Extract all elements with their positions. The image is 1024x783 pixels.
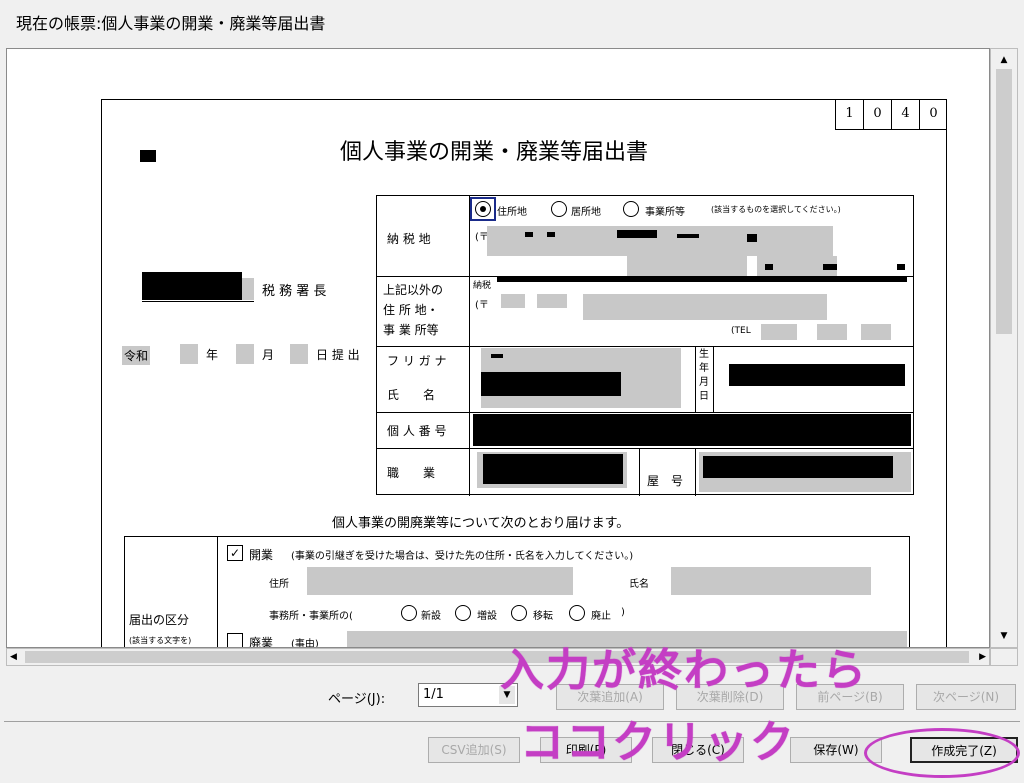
scroll-right-icon[interactable]: ▶: [979, 649, 986, 665]
address-label: 住所: [269, 579, 289, 590]
next-page-button[interactable]: 次ページ(N): [916, 684, 1016, 710]
office-close-paren: ): [621, 607, 625, 618]
radio-label: 増設: [477, 611, 497, 622]
radio-office-add[interactable]: [455, 605, 471, 621]
code-digit: 0: [929, 106, 938, 121]
kaigyo-checkbox[interactable]: ✓: [227, 545, 243, 561]
radio-label: 事業所等: [645, 207, 685, 218]
code-digit: 1: [836, 100, 864, 129]
year-field[interactable]: [180, 344, 198, 364]
month-label: 月: [262, 348, 275, 362]
yago-label: 屋 号: [647, 474, 684, 488]
kubun-sub: (該当する文字を): [129, 636, 192, 645]
radio-office-move[interactable]: [511, 605, 527, 621]
office-label: 事務所・事業所の(: [269, 611, 353, 622]
other-address-field[interactable]: [583, 294, 827, 320]
redacted-block: [142, 272, 242, 300]
form-sheet: 1 0 4 0 個人事業の開業・廃業等届出書 税 務 署 長 令和 年 月 日 …: [101, 99, 947, 648]
scroll-corner: [990, 648, 1018, 666]
annotation-circle: [864, 728, 1020, 778]
page-label: ページ(J):: [328, 692, 386, 707]
form-code: 1 0 4 0: [835, 100, 947, 130]
radio-label: 住所地: [497, 207, 527, 218]
code-digit: 4: [892, 100, 920, 129]
tel-field-3[interactable]: [861, 324, 891, 340]
window-title: 現在の帳票:個人事業の開業・廃業等届出書: [16, 14, 326, 33]
postal-field-2[interactable]: [537, 294, 567, 308]
ocr-marker: [140, 150, 156, 162]
form-viewport: 1 0 4 0 個人事業の開業・廃業等届出書 税 務 署 長 令和 年 月 日 …: [6, 48, 990, 648]
taxpayer-table: 納 税 地 住所地 居所地 事業所等 (該当するものを選択してください。) (〒…: [376, 195, 914, 496]
scroll-thumb[interactable]: [996, 69, 1012, 334]
haigyo-label: 廃業: [249, 636, 274, 648]
month-field[interactable]: [236, 344, 254, 364]
kaigyo-note: (事業の引継ぎを受けた場合は、受けた先の住所・氏名を入力してください。): [291, 551, 634, 562]
job-label: 職 業: [387, 466, 436, 480]
radio-label: 廃止: [591, 611, 611, 622]
kubun-table: 届出の区分 (該当する文字を) ✓ 開業 (事業の引継ぎを受けた場合は、受けた先…: [124, 536, 910, 648]
nozeichi-label: 納 税 地: [387, 232, 431, 246]
radio-label: 移転: [533, 611, 553, 622]
name-label-small: 氏名: [629, 579, 649, 590]
intro-text: 個人事業の開廃業等について次のとおり届けます。: [332, 516, 630, 531]
annotation-line-1: 入力が終わったら: [500, 645, 868, 696]
kaigyo-label: 開業: [249, 548, 274, 562]
haigyo-checkbox[interactable]: [227, 633, 243, 647]
radio-office-close[interactable]: [569, 605, 585, 621]
footer-divider: [4, 721, 1020, 722]
tax-office-field[interactable]: [242, 278, 254, 300]
vertical-scrollbar[interactable]: ▲ ▼: [990, 48, 1018, 648]
tel-label: (TEL: [731, 326, 751, 336]
page-select-value: 1/1: [423, 687, 444, 702]
furigana-label: フ リ ガ ナ: [387, 354, 447, 368]
mynumber-field[interactable]: [473, 414, 911, 446]
kaigyo-address-field[interactable]: [307, 567, 573, 595]
year-label: 年: [206, 348, 219, 362]
form-heading: 個人事業の開業・廃業等届出書: [340, 140, 649, 165]
mynumber-label: 個 人 番 号: [387, 424, 447, 438]
nozeichi-note: (該当するものを選択してください。): [711, 205, 841, 214]
day-label: 日 提 出: [316, 348, 360, 362]
era-badge: 令和: [122, 346, 151, 365]
birthdate-field[interactable]: [729, 364, 905, 386]
radio-kyosho[interactable]: [551, 201, 567, 217]
reason-label: (事由): [291, 639, 319, 648]
postal-field-1[interactable]: [501, 294, 525, 308]
tax-office-suffix: 税 務 署 長: [262, 284, 327, 299]
csv-add-button[interactable]: CSV追加(S): [428, 737, 520, 763]
tel-field-1[interactable]: [761, 324, 797, 340]
kaigyo-name-field[interactable]: [671, 567, 871, 595]
radio-label: 新設: [421, 611, 441, 622]
day-field[interactable]: [290, 344, 308, 364]
scroll-left-icon[interactable]: ◀: [10, 649, 17, 665]
other-address-label: 上記以外の 住 所 地・ 事 業 所等: [383, 283, 444, 337]
scroll-up-icon[interactable]: ▲: [994, 51, 1014, 69]
scroll-down-icon[interactable]: ▼: [994, 627, 1014, 645]
tel-field-2[interactable]: [817, 324, 847, 340]
annotation-line-2: ココクリック: [520, 717, 796, 768]
radio-office-new[interactable]: [401, 605, 417, 621]
radio-label: 居所地: [571, 207, 601, 218]
kubun-label: 届出の区分: [129, 613, 190, 627]
radio-jusho[interactable]: [475, 201, 491, 217]
other-address-small: 納税: [473, 281, 492, 291]
code-digit: 0: [864, 100, 892, 129]
postal-prefix: (〒: [475, 300, 489, 311]
nozeichi-address-field[interactable]: [487, 226, 833, 256]
radio-jigyosho[interactable]: [623, 201, 639, 217]
name-label: 氏 名: [387, 388, 436, 402]
birth-label: 生年月日: [699, 349, 709, 402]
